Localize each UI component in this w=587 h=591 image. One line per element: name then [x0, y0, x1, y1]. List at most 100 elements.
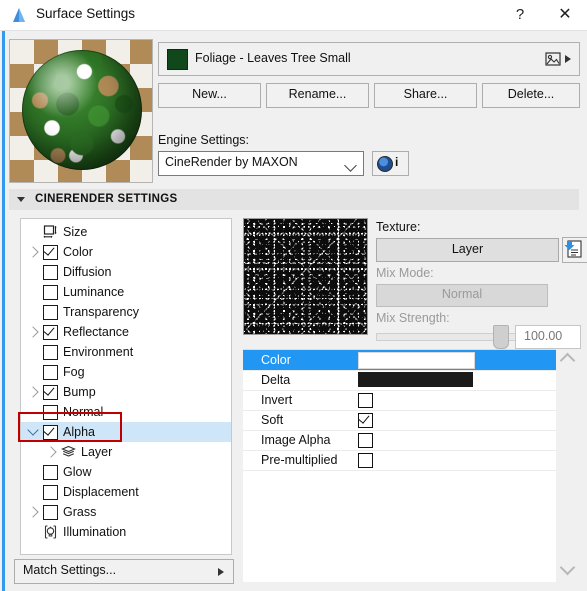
tree-checkbox[interactable]: [43, 424, 58, 440]
tree-item-diffusion[interactable]: Diffusion: [21, 262, 231, 282]
property-row-soft[interactable]: Soft: [243, 410, 556, 431]
tree-item-reflectance[interactable]: Reflectance: [21, 322, 231, 342]
new-button[interactable]: New...: [158, 83, 261, 108]
triangle-down-icon: [17, 197, 25, 202]
tree-checkbox[interactable]: [43, 485, 58, 500]
tree-item-label: Normal: [63, 405, 104, 419]
engine-select[interactable]: CineRender by MAXON: [158, 151, 364, 176]
illumination-icon: [43, 525, 58, 539]
tree-item-size[interactable]: Size: [21, 222, 231, 242]
property-row-color[interactable]: Color: [243, 350, 556, 371]
chevron-right-icon[interactable]: [27, 506, 39, 518]
tree-item-label: Displacement: [63, 485, 139, 499]
property-color-swatch[interactable]: [358, 352, 475, 369]
tree-checkbox[interactable]: [43, 285, 58, 300]
property-color-swatch[interactable]: [358, 372, 473, 387]
tree-item-layer[interactable]: Layer: [21, 442, 231, 462]
triangle-right-icon[interactable]: [565, 55, 571, 63]
property-checkbox[interactable]: [358, 433, 373, 448]
property-list[interactable]: Color Delta Invert Soft Image Alpha Pre-multi…: [243, 349, 556, 582]
tree-item-normal[interactable]: Normal: [21, 402, 231, 422]
load-texture-button[interactable]: [562, 237, 587, 263]
property-name: Delta: [261, 373, 291, 387]
tree-item-displacement[interactable]: Displacement: [21, 482, 231, 502]
chevron-right-icon[interactable]: [27, 246, 39, 258]
chevron-down-icon: [344, 159, 357, 172]
tree-item-bump[interactable]: Bump: [21, 382, 231, 402]
mix-strength-field[interactable]: 100.00: [515, 325, 581, 349]
info-badge: i: [395, 155, 399, 169]
tree-item-glow[interactable]: Glow: [21, 462, 231, 482]
chevron-up-icon[interactable]: [559, 352, 576, 369]
property-row-invert[interactable]: Invert: [243, 390, 556, 411]
tree-checkbox[interactable]: [43, 265, 58, 280]
property-row-image-alpha[interactable]: Image Alpha: [243, 430, 556, 451]
picture-icon[interactable]: [545, 51, 561, 67]
tree-checkbox[interactable]: [43, 345, 58, 360]
tree-item-label: Layer: [81, 445, 113, 459]
property-name: Pre-multiplied: [261, 453, 338, 467]
tree-checkbox[interactable]: [43, 405, 58, 420]
tree-item-label: Illumination: [63, 525, 127, 539]
property-checkbox[interactable]: [358, 453, 373, 468]
tree-item-label: Grass: [63, 505, 97, 519]
tree-item-color[interactable]: Color: [21, 242, 231, 262]
tree-item-alpha[interactable]: Alpha: [21, 422, 231, 442]
property-row-delta[interactable]: Delta: [243, 370, 556, 391]
tree-checkbox[interactable]: [43, 384, 58, 400]
tree-item-label: Transparency: [63, 305, 139, 319]
tree-item-illumination[interactable]: Illumination: [21, 522, 231, 542]
property-row-pre-multiplied[interactable]: Pre-multiplied: [243, 450, 556, 471]
check-icon: [43, 424, 55, 436]
chevron-down-icon[interactable]: [559, 559, 576, 576]
check-icon: [43, 244, 55, 256]
delete-button[interactable]: Delete...: [482, 83, 580, 108]
tree-item-label: Environment: [63, 345, 134, 359]
match-settings-button[interactable]: Match Settings...: [14, 559, 234, 584]
title-bar: Surface Settings ? ✕: [0, 0, 587, 31]
property-name: Invert: [261, 393, 293, 407]
left-accent-bar: [2, 31, 5, 591]
chevron-down-icon[interactable]: [27, 424, 39, 436]
tree-checkbox[interactable]: [43, 244, 58, 260]
tree-item-grass[interactable]: Grass: [21, 502, 231, 522]
chevron-right-icon[interactable]: [45, 446, 57, 458]
tree-checkbox[interactable]: [43, 465, 58, 480]
tree-item-label: Reflectance: [63, 325, 130, 339]
section-title: CINERENDER SETTINGS: [35, 193, 178, 205]
property-name: Soft: [261, 413, 284, 427]
share-button[interactable]: Share...: [374, 83, 477, 108]
help-button[interactable]: ?: [505, 3, 535, 27]
mix-strength-slider-thumb[interactable]: [493, 325, 509, 349]
window-title: Surface Settings: [36, 6, 136, 21]
tree-item-label: Fog: [63, 365, 85, 379]
tree-item-transparency[interactable]: Transparency: [21, 302, 231, 322]
tree-item-luminance[interactable]: Luminance: [21, 282, 231, 302]
chevron-right-icon[interactable]: [27, 386, 39, 398]
tree-checkbox[interactable]: [43, 305, 58, 320]
property-scrollbar[interactable]: [556, 349, 579, 581]
channel-tree[interactable]: Size Color Diffusion Luminance Transparency R…: [20, 218, 232, 555]
tree-item-label: Size: [63, 225, 88, 239]
tree-checkbox[interactable]: [43, 505, 58, 520]
property-checkbox[interactable]: [358, 393, 373, 408]
cinerender-settings-header[interactable]: CINERENDER SETTINGS: [9, 189, 579, 210]
tree-item-fog[interactable]: Fog: [21, 362, 231, 382]
chevron-right-icon[interactable]: [27, 326, 39, 338]
rename-button[interactable]: Rename...: [266, 83, 369, 108]
texture-value-button[interactable]: Layer: [376, 238, 559, 262]
layers-icon: [61, 445, 76, 459]
tree-checkbox[interactable]: [43, 324, 58, 340]
preview-sphere-edge: [22, 50, 142, 170]
tree-item-label: Alpha: [63, 425, 95, 439]
material-preview[interactable]: [9, 39, 153, 183]
mix-mode-value: Normal: [376, 284, 548, 307]
material-name-bar[interactable]: Foliage - Leaves Tree Small: [158, 42, 580, 76]
tree-checkbox[interactable]: [43, 365, 58, 380]
texture-preview[interactable]: [243, 218, 368, 335]
tree-item-environment[interactable]: Environment: [21, 342, 231, 362]
close-button[interactable]: ✕: [550, 3, 580, 27]
triangle-right-icon: [218, 568, 224, 576]
property-checkbox[interactable]: [358, 412, 373, 428]
engine-info-button[interactable]: i: [372, 151, 409, 176]
